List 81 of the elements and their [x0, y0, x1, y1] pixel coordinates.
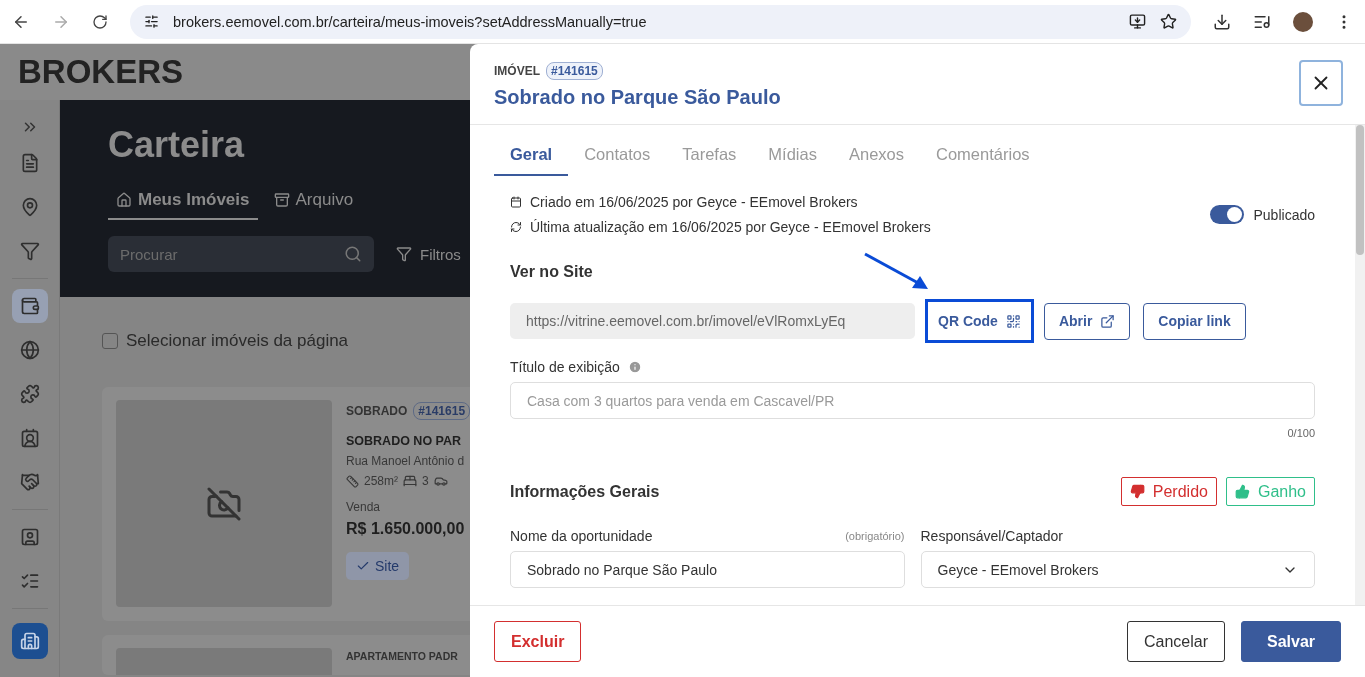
filters-button[interactable]: Filtros — [396, 245, 461, 263]
sidebar-item[interactable] — [11, 289, 48, 323]
archive-icon — [273, 192, 290, 208]
publish-toggle[interactable] — [1209, 205, 1244, 224]
info-icon — [627, 360, 642, 374]
bookmark-icon[interactable] — [1160, 13, 1177, 30]
save-button[interactable]: Salvar — [1241, 621, 1341, 662]
site-tag[interactable]: Site — [346, 552, 410, 580]
contact-icon — [19, 428, 40, 448]
delete-button[interactable]: Excluir — [494, 621, 582, 662]
calendar-icon — [510, 196, 522, 208]
install-icon[interactable] — [1129, 13, 1146, 30]
car-icon — [433, 474, 448, 488]
thumbs-up-icon — [1234, 484, 1250, 499]
sale-label: Venda — [346, 500, 382, 514]
page-title: Carteira — [108, 124, 245, 166]
id-badge: #141615 — [546, 62, 603, 80]
profile-avatar[interactable] — [1293, 11, 1313, 32]
logo: BROKERS — [18, 53, 184, 91]
field-label: Responsável/Captador — [920, 528, 1063, 544]
app-button[interactable] — [11, 623, 48, 659]
url-text: brokers.eemovel.com.br/carteira/meus-imoveis?setAddressManually=true — [173, 13, 648, 30]
price-text: R$ 1.650.000,00 — [346, 520, 466, 538]
address-text: Rua Manoel Antônio d — [346, 454, 466, 468]
tab[interactable]: Tarefas — [666, 139, 753, 176]
handshake-icon — [19, 472, 40, 492]
property-type: SOBRADO — [346, 404, 408, 418]
tab[interactable]: Geral — [494, 139, 569, 176]
address-bar[interactable]: brokers.eemovel.com.br/carteira/meus-imoveis?setAddressManually=true — [130, 4, 1191, 39]
open-button[interactable]: Abrir — [1043, 302, 1131, 340]
bed-icon — [403, 474, 417, 488]
opportunity-name-field[interactable]: Sobrado no Parque São Paulo — [510, 551, 905, 588]
url-field: https://vitrine.eemovel.com.br/imovel/eVlRomxLyEq — [510, 303, 915, 339]
user-card-icon — [19, 527, 40, 547]
area-icon — [346, 474, 359, 488]
checklist-icon — [19, 571, 40, 591]
house-icon — [116, 192, 132, 208]
display-title-field[interactable]: Casa com 3 quartos para venda em Cascavel/PR — [510, 382, 1315, 419]
building-icon — [19, 631, 40, 651]
wallet-icon — [19, 296, 40, 316]
check-icon — [356, 559, 370, 573]
puzzle-icon — [19, 384, 40, 404]
required-hint: (obrigatório) — [845, 530, 905, 542]
reload-icon[interactable] — [92, 13, 108, 30]
refresh-icon — [510, 221, 522, 233]
responsible-select[interactable]: Geyce - EEmovel Brokers — [920, 551, 1315, 588]
site-settings-icon[interactable] — [144, 14, 159, 29]
char-counter: 0/100 — [1287, 427, 1315, 439]
cancel-button[interactable]: Cancelar — [1126, 621, 1225, 662]
thumbs-down-icon — [1129, 484, 1145, 499]
lost-button[interactable]: Perdido — [1120, 477, 1217, 506]
download-icon[interactable] — [1213, 12, 1231, 31]
qr-code-icon — [1005, 313, 1021, 329]
drawer-label: IMÓVEL — [494, 64, 540, 78]
drawer-title: Sobrado no Parque São Paulo — [494, 86, 781, 109]
tab[interactable]: Comentários — [920, 139, 1046, 176]
close-button[interactable] — [1299, 60, 1343, 106]
toggle-label: Publicado — [1253, 206, 1315, 223]
qr-code-button[interactable]: QR Code — [925, 299, 1034, 343]
section-heading: Ver no Site — [510, 263, 594, 281]
property-type: APARTAMENTO PADR — [346, 650, 458, 662]
external-link-icon — [1100, 313, 1116, 329]
field-label: Nome da oportunidade — [510, 528, 653, 544]
section-heading: Informações Gerais — [510, 482, 660, 501]
bedrooms-text: 3 — [422, 474, 429, 488]
meta-text: Criado em 16/06/2025 por Geyce - EEmovel Brokers — [530, 194, 858, 210]
area-text: 258m² — [364, 474, 398, 488]
globe-icon — [19, 340, 40, 360]
property-title: SOBRADO NO PAR — [346, 434, 463, 448]
search-icon — [344, 245, 362, 263]
no-photo-icon — [206, 485, 242, 522]
meta-text: Última atualização em 16/06/2025 por Geyce - EEmovel Brokers — [530, 219, 931, 235]
search-field[interactable]: Procurar — [108, 236, 374, 272]
tab[interactable]: Mídias — [752, 139, 833, 176]
tab[interactable]: Meus Imóveis — [108, 190, 258, 220]
filter-icon — [19, 241, 40, 261]
tab[interactable]: Arquivo — [265, 190, 362, 220]
copy-link-button[interactable]: Copiar link — [1143, 302, 1246, 340]
field-label: Título de exibição — [510, 359, 620, 375]
tab[interactable]: Contatos — [568, 139, 667, 176]
tab[interactable]: Anexos — [832, 139, 920, 176]
